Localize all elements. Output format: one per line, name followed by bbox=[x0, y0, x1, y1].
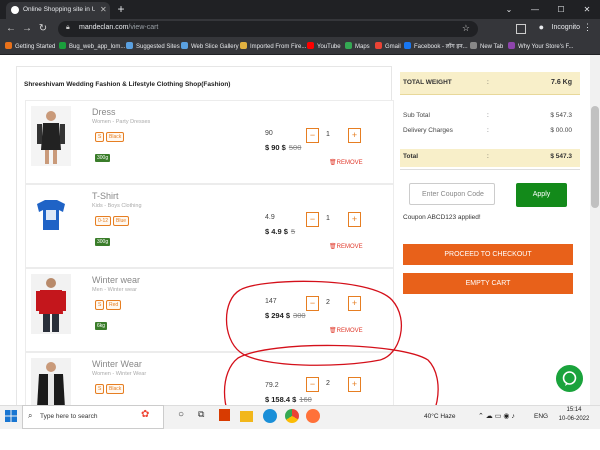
chat-bubble-icon bbox=[562, 371, 577, 386]
search-placeholder: Type here to search bbox=[40, 413, 98, 420]
tulip-decoration-icon: ✿ bbox=[141, 409, 150, 420]
taskbar-search-box[interactable]: ⌕ Type here to search ✿ bbox=[22, 405, 164, 429]
scrollbar-thumb[interactable] bbox=[591, 106, 599, 208]
chrome-icon[interactable] bbox=[285, 409, 299, 423]
clock[interactable]: 15:14 10-06-2022 bbox=[555, 406, 593, 424]
clock-date: 10-06-2022 bbox=[558, 416, 590, 422]
bottom-margin bbox=[0, 429, 600, 450]
clock-time: 15:14 bbox=[566, 407, 582, 413]
weather-widget[interactable]: 40°C Haze bbox=[424, 413, 456, 420]
cortana-icon[interactable]: ○ bbox=[178, 409, 192, 423]
task-view-icon[interactable]: ⧉ bbox=[198, 409, 212, 423]
windows-start-icon[interactable] bbox=[5, 410, 17, 422]
search-icon: ⌕ bbox=[28, 411, 33, 420]
edge-icon[interactable] bbox=[263, 409, 277, 423]
chat-button[interactable] bbox=[556, 365, 583, 392]
annotation-overlay bbox=[223, 280, 439, 450]
firefox-icon[interactable] bbox=[306, 409, 320, 423]
office-icon[interactable] bbox=[219, 409, 230, 421]
language-indicator[interactable]: ENG bbox=[534, 413, 548, 420]
tray-icons[interactable]: ⌃ ☁ ▭ ◉ ♪ bbox=[478, 412, 515, 420]
file-explorer-icon[interactable] bbox=[240, 411, 253, 422]
